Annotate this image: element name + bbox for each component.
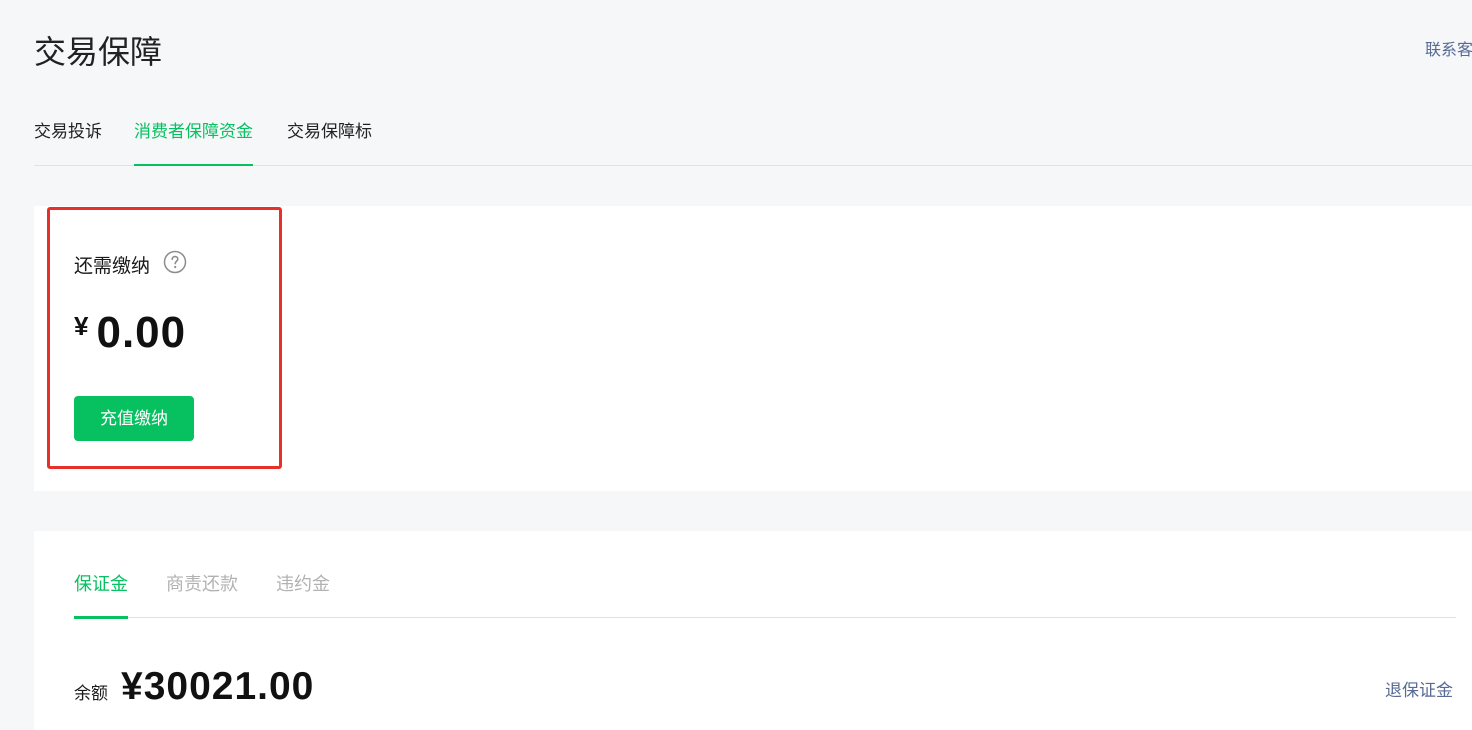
tab-label: 交易投诉 (34, 122, 102, 142)
currency-symbol: ¥ (74, 311, 89, 341)
top-tab-bar: 交易投诉 消费者保障资金 交易保障标 (34, 111, 1472, 166)
refund-deposit-link[interactable]: 退保证金 (1385, 678, 1453, 704)
balance-amount: ¥30021.00 (121, 665, 315, 708)
tab-label: 商责还款 (166, 574, 238, 595)
question-circle-icon[interactable] (163, 250, 187, 274)
tab-label: 违约金 (276, 574, 330, 595)
due-label: 还需缴纳 (74, 255, 151, 277)
deposit-tab-bar: 保证金 商责还款 违约金 (74, 569, 1456, 619)
tab-consumer-protection-fund[interactable]: 消费者保障资金 (134, 119, 253, 166)
tab-merchant-repayment[interactable]: 商责还款 (166, 572, 238, 618)
tab-penalty[interactable]: 违约金 (276, 572, 330, 618)
tab-label: 保证金 (74, 574, 128, 595)
active-tab-underline (134, 164, 253, 166)
page-title: 交易保障 (34, 33, 163, 71)
tab-label: 消费者保障资金 (134, 122, 253, 142)
active-tab-underline (74, 616, 128, 619)
tab-transaction-complaints[interactable]: 交易投诉 (34, 119, 102, 165)
page: 交易保障 联系客 交易投诉 消费者保障资金 交易保障标 还需缴纳 ¥0.00 充… (0, 0, 1472, 730)
tab-deposit[interactable]: 保证金 (74, 572, 128, 619)
balance-label: 余额 (74, 684, 108, 704)
tab-label: 交易保障标 (287, 122, 372, 142)
recharge-pay-button[interactable]: 充值缴纳 (74, 396, 194, 441)
due-amount-value: 0.00 (96, 308, 187, 357)
contact-service-link[interactable]: 联系客 (1425, 38, 1472, 62)
tab-transaction-guarantee-mark[interactable]: 交易保障标 (287, 119, 372, 165)
due-amount: ¥0.00 (74, 308, 186, 358)
